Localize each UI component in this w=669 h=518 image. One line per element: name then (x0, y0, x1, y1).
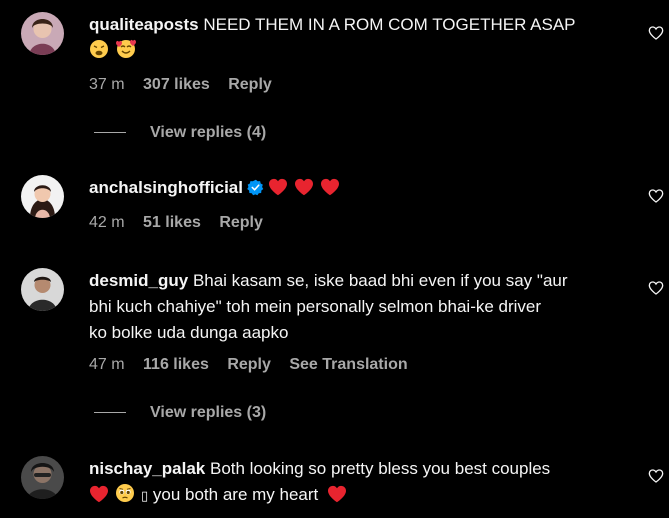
divider-line (94, 412, 126, 414)
timestamp: 47 m (89, 356, 125, 373)
username[interactable]: anchalsinghofficial (89, 178, 243, 197)
comment-meta: 42 m 51 likes Reply (89, 214, 277, 232)
comment-meta: 37 m 307 likes Reply (89, 76, 286, 94)
timestamp: 37 m (89, 76, 125, 93)
username[interactable]: nischay_palak (89, 459, 205, 478)
likes-count[interactable]: 51 likes (143, 214, 201, 231)
avatar[interactable] (21, 268, 64, 311)
smiling-face-with-hearts-icon (115, 39, 137, 67)
username[interactable]: desmid_guy (89, 271, 188, 290)
avatar[interactable] (21, 456, 64, 499)
avatar[interactable] (21, 12, 64, 55)
comment-body-line-2: you both are my heart (152, 485, 319, 504)
pleading-face-icon (115, 483, 135, 511)
view-replies-button[interactable]: View replies (4) (94, 124, 266, 142)
comment-body: NEED THEM IN A ROM COM TOGETHER ASAP (203, 15, 576, 34)
like-heart-icon[interactable] (648, 468, 664, 484)
avatar[interactable] (21, 175, 64, 218)
likes-count[interactable]: 116 likes (143, 356, 209, 373)
comment-meta: 47 m 116 likes Reply See Translation (89, 356, 422, 374)
comment-text: qualiteaposts NEED THEM IN A ROM COM TOG… (89, 12, 629, 67)
comment-text: anchalsinghofficial (89, 175, 629, 204)
comment-body-line-1: Bhai kasam se, iske baad bhi even if you… (192, 271, 568, 290)
timestamp: 42 m (89, 214, 125, 231)
username[interactable]: qualiteaposts (89, 15, 199, 34)
reply-button[interactable]: Reply (227, 356, 271, 373)
reply-button[interactable]: Reply (228, 76, 272, 93)
view-replies-label: View replies (3) (150, 404, 267, 421)
verified-badge-icon (247, 178, 264, 204)
see-translation-button[interactable]: See Translation (289, 356, 407, 373)
view-replies-button[interactable]: View replies (3) (94, 404, 266, 422)
like-heart-icon[interactable] (648, 280, 664, 296)
reply-button[interactable]: Reply (219, 214, 263, 231)
like-heart-icon[interactable] (648, 25, 664, 41)
red-heart-icon (294, 178, 314, 204)
divider-line (94, 132, 126, 134)
like-heart-icon[interactable] (648, 188, 664, 204)
red-heart-icon (268, 178, 288, 204)
comment-text: desmid_guy Bhai kasam se, iske baad bhi … (89, 268, 629, 346)
red-heart-icon (89, 485, 109, 511)
weary-face-icon (89, 39, 109, 67)
red-heart-icon (320, 178, 340, 204)
likes-count[interactable]: 307 likes (143, 76, 210, 93)
comment-body-line-2: bhi kuch chahiye" toh mein personally se… (89, 297, 542, 316)
missing-glyph: ▯ (141, 489, 149, 504)
comment-body-line-1: Both looking so pretty bless you best co… (209, 459, 551, 478)
comment-body-line-3: ko bolke uda dunga aapko (89, 323, 289, 342)
comment-text: nischay_palak Both looking so pretty ble… (89, 456, 629, 511)
red-heart-icon (327, 485, 347, 511)
view-replies-label: View replies (4) (150, 124, 267, 141)
